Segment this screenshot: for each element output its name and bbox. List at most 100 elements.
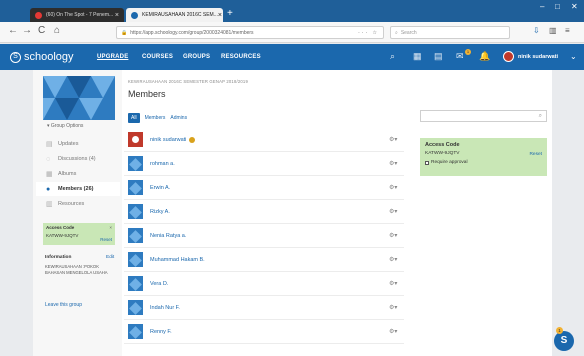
- lock-icon: 🔒: [121, 29, 128, 36]
- tab-title: KEMIRAUSAHAAN 2016C SEM...: [142, 12, 218, 18]
- tab-title: (60) On The Spot - 7 Penem...: [46, 12, 114, 18]
- leave-group-link[interactable]: Leave this group: [45, 302, 82, 308]
- search-placeholder: Search: [400, 29, 417, 36]
- forward-icon[interactable]: →: [22, 26, 32, 36]
- member-row: Renny F. ⚙▾: [124, 320, 404, 344]
- maximize-icon[interactable]: □: [555, 3, 560, 11]
- user-avatar[interactable]: [503, 51, 514, 62]
- group-logo-graphic: [43, 76, 115, 120]
- member-avatar[interactable]: [128, 300, 143, 315]
- messages-icon[interactable]: ✉: [456, 52, 464, 61]
- members-icon: ●: [46, 185, 51, 193]
- reload-icon[interactable]: C: [38, 26, 45, 36]
- access-code-title: Access Code: [425, 142, 460, 148]
- notifications-bell-icon[interactable]: 🔔: [479, 52, 490, 61]
- require-approval-checkbox[interactable]: [425, 160, 429, 165]
- user-menu-chevron-down-icon[interactable]: ⌄: [570, 52, 577, 61]
- sidebar-item-albums[interactable]: ▦ Albums: [36, 167, 120, 181]
- tab-admins[interactable]: Admins: [170, 115, 187, 121]
- browser-tab-youtube[interactable]: (60) On The Spot - 7 Penem... ×: [30, 8, 124, 22]
- chat-help-button[interactable]: S: [554, 331, 574, 351]
- member-avatar[interactable]: [128, 132, 143, 147]
- member-settings-gear-icon[interactable]: ⚙▾: [389, 256, 397, 263]
- new-tab-button[interactable]: +: [227, 9, 233, 19]
- nav-courses[interactable]: COURSES: [142, 54, 173, 60]
- member-row: Erwin A. ⚙▾: [124, 176, 404, 200]
- tab-all[interactable]: All: [128, 113, 140, 123]
- user-name[interactable]: ninik sudarwati: [518, 54, 558, 60]
- nav-resources[interactable]: RESOURCES: [221, 54, 261, 60]
- information-heading: Information: [45, 255, 72, 260]
- member-name[interactable]: ninik sudarwati: [150, 137, 186, 143]
- schoology-logo-icon: S: [10, 51, 21, 63]
- library-icon[interactable]: ▥: [549, 27, 557, 35]
- close-icon[interactable]: ×: [109, 225, 112, 230]
- member-name[interactable]: Indah Nur F.: [150, 305, 180, 311]
- access-code-reset-link[interactable]: Reset: [529, 152, 542, 157]
- updates-icon: ▤: [46, 140, 53, 148]
- search-icon[interactable]: ⌕: [390, 52, 395, 61]
- address-bar[interactable]: 🔒 https://app.schoology.com/group/200032…: [116, 26, 384, 39]
- member-avatar[interactable]: [128, 204, 143, 219]
- member-search-input[interactable]: ⌕: [420, 110, 547, 122]
- close-tab-icon[interactable]: ×: [115, 12, 119, 19]
- back-icon[interactable]: ←: [8, 26, 18, 36]
- member-name[interactable]: Nenia Ratya a.: [150, 233, 186, 239]
- access-code-panel: Access Code KATWW-9JQTV Reset Require ap…: [420, 138, 547, 176]
- member-row: Nenia Ratya a. ⚙▾: [124, 224, 404, 248]
- member-name[interactable]: rohman a.: [150, 161, 175, 167]
- member-settings-gear-icon[interactable]: ⚙▾: [389, 280, 397, 287]
- sidebar-item-label: Members (26): [58, 186, 94, 192]
- group-profile-image: [43, 76, 115, 120]
- close-window-icon[interactable]: ✕: [571, 3, 578, 11]
- member-row: Muhammad Hakam B. ⚙▾: [124, 248, 404, 272]
- home-icon[interactable]: ⌂: [54, 26, 60, 36]
- sidebar-item-updates[interactable]: ▤ Updates: [36, 137, 120, 151]
- browser-tab-schoology[interactable]: KEMIRAUSAHAAN 2016C SEM... ×: [126, 8, 223, 22]
- nav-groups[interactable]: GROUPS: [183, 54, 210, 60]
- apps-grid-icon[interactable]: ▦: [413, 52, 422, 61]
- require-approval-option[interactable]: Require approval: [425, 160, 542, 165]
- member-name[interactable]: Vera D.: [150, 281, 168, 287]
- menu-icon[interactable]: ≡: [565, 27, 570, 35]
- member-avatar[interactable]: [128, 252, 143, 267]
- breadcrumb[interactable]: KEWIRAUSAHAAN 2016C SEMESTER GENAP 2018/…: [128, 79, 248, 84]
- information-edit-link[interactable]: Edit: [106, 255, 114, 260]
- access-code-reset-link[interactable]: Reset: [100, 237, 112, 242]
- minimize-icon[interactable]: –: [540, 3, 544, 11]
- notification-badge: 1: [465, 49, 471, 55]
- sidebar-item-discussions[interactable]: ◌ Discussions (4): [36, 152, 120, 166]
- member-settings-gear-icon[interactable]: ⚙▾: [389, 304, 397, 311]
- member-name[interactable]: Muhammad Hakam B.: [150, 257, 205, 263]
- download-icon[interactable]: ⇩: [533, 27, 540, 35]
- calendar-icon[interactable]: ▤: [434, 52, 443, 61]
- sidebar-item-resources[interactable]: ▥ Resources: [36, 197, 120, 211]
- member-settings-gear-icon[interactable]: ⚙▾: [389, 136, 397, 143]
- logo-text: schoology: [24, 51, 74, 63]
- member-row: rohman a. ⚙▾: [124, 152, 404, 176]
- member-avatar[interactable]: [128, 156, 143, 171]
- member-settings-gear-icon[interactable]: ⚙▾: [389, 328, 397, 335]
- member-name[interactable]: Erwin A.: [150, 185, 170, 191]
- access-code-value: KATWW-9JQTV: [425, 151, 460, 156]
- member-settings-gear-icon[interactable]: ⚙▾: [389, 184, 397, 191]
- member-avatar[interactable]: [128, 180, 143, 195]
- admin-badge-icon: [189, 136, 196, 143]
- member-name[interactable]: Rizky A.: [150, 209, 170, 215]
- tab-members[interactable]: Members: [145, 115, 166, 121]
- browser-search-input[interactable]: ⌕ Search: [390, 26, 510, 39]
- member-settings-gear-icon[interactable]: ⚙▾: [389, 208, 397, 215]
- page-actions-icon[interactable]: ··· ☆: [358, 30, 379, 36]
- nav-upgrade[interactable]: UPGRADE: [97, 54, 128, 60]
- member-name[interactable]: Renny F.: [150, 329, 172, 335]
- member-avatar[interactable]: [128, 324, 143, 339]
- close-tab-icon[interactable]: ×: [218, 12, 222, 19]
- group-options-menu[interactable]: ▾ Group Options: [47, 123, 83, 129]
- sidebar-access-code-card: Access Code KATWW-9JQTV Reset ×: [43, 223, 115, 245]
- member-avatar[interactable]: [128, 228, 143, 243]
- sidebar-item-members[interactable]: ● Members (26): [36, 182, 120, 196]
- member-settings-gear-icon[interactable]: ⚙▾: [389, 160, 397, 167]
- member-avatar[interactable]: [128, 276, 143, 291]
- schoology-logo[interactable]: S schoology: [10, 51, 74, 63]
- member-settings-gear-icon[interactable]: ⚙▾: [389, 232, 397, 239]
